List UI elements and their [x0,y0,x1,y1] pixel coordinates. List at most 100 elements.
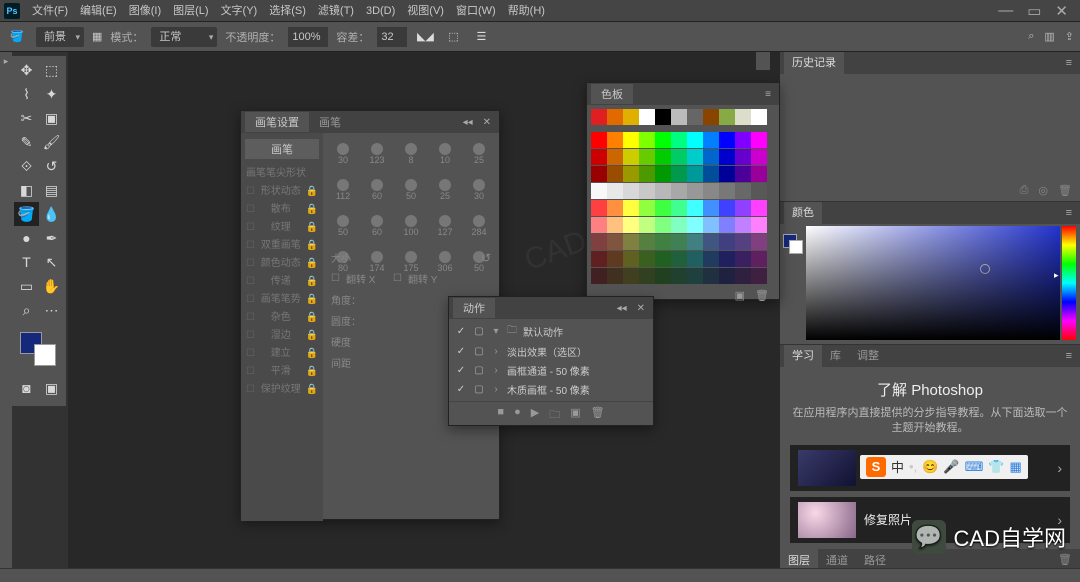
swatch-cell[interactable] [751,166,767,182]
menu-file[interactable]: 文件(F) [26,0,74,22]
swatch-cell[interactable] [751,234,767,250]
swatch-cell[interactable] [655,166,671,182]
brush-preset[interactable]: 30 [327,137,359,171]
menu-window[interactable]: 窗口(W) [450,0,502,22]
brush-preset[interactable]: 60 [361,173,393,207]
brush-preset[interactable]: 123 [361,137,393,171]
swatch-cell[interactable] [639,166,655,182]
brush-preset[interactable]: 25 [429,173,461,207]
action-row[interactable]: ✓▢›画框通道 - 50 像素 [449,361,653,380]
collapse-icon[interactable]: ◂◂ [613,303,631,314]
gradient-tool[interactable]: ▤ [39,178,64,202]
edit-toolbar[interactable]: ⋯ [39,298,64,322]
swatch-cell[interactable] [687,217,703,233]
trash-icon[interactable]: 🗑 [1058,184,1072,197]
swatch-cell[interactable] [735,132,751,148]
swatch-cell[interactable] [623,109,639,125]
opt-dual-brush[interactable]: ☐双重画笔🔒 [241,237,323,255]
swatch-cell[interactable] [671,109,687,125]
frame-tool[interactable]: ▣ [39,106,64,130]
swatch-cell[interactable] [623,132,639,148]
swatches-tab[interactable]: 色板 [591,84,633,104]
brush-preset[interactable]: 284 [463,209,495,243]
swatch-cell[interactable] [639,200,655,216]
color-field[interactable] [806,226,1060,340]
pen-tool[interactable]: ✒ [39,226,64,250]
brushes-button[interactable]: 画笔 [245,139,319,159]
swatch-cell[interactable] [591,183,607,199]
ime-cn[interactable]: 中 [891,457,904,476]
swatch-cell[interactable] [639,251,655,267]
color-fgbg-swatch[interactable] [783,234,803,254]
swatch-cell[interactable] [655,109,671,125]
background-swatch[interactable] [34,344,56,366]
swatch-cell[interactable] [703,109,719,125]
opt-scatter[interactable]: ☐散布🔒 [241,201,323,219]
libraries-tab[interactable]: 库 [822,345,849,367]
swatch-cell[interactable] [687,251,703,267]
swatch-cell[interactable] [703,132,719,148]
swatch-cell[interactable] [623,200,639,216]
snapshot-icon[interactable]: ◎ [1038,184,1048,197]
close-panel-icon[interactable]: ✕ [633,303,649,314]
color-tab[interactable]: 颜色 [784,202,822,224]
history-brush-tool[interactable]: ↺ [39,154,64,178]
eraser-tool[interactable]: ◧ [14,178,39,202]
ime-punct-icon[interactable]: •, [909,459,917,474]
lesson-card-1[interactable]: S 中 •, 😊 🎤 ⌨ 👕 ▦ › [790,445,1070,491]
marquee-tool[interactable]: ⬚ [39,58,64,82]
swatch-cell[interactable] [607,109,623,125]
swatch-cell[interactable] [671,132,687,148]
swatch-cell[interactable] [751,268,767,284]
swatch-cell[interactable] [671,166,687,182]
opt-tip-shape[interactable]: 画笔笔尖形状 [241,165,323,183]
swatch-cell[interactable] [623,268,639,284]
move-tool[interactable]: ✥ [14,58,39,82]
swatch-cell[interactable] [687,109,703,125]
swatch-cell[interactable] [735,166,751,182]
swatch-cell[interactable] [655,217,671,233]
swatch-cell[interactable] [591,251,607,267]
maximize-button[interactable]: ▭ [1027,2,1041,20]
swatch-cell[interactable] [687,149,703,165]
screenmode-tool[interactable]: ▣ [41,376,62,400]
eyedropper-tool[interactable]: ✎ [14,130,39,154]
swatch-cell[interactable] [655,268,671,284]
brush-preset[interactable]: 30 [463,173,495,207]
contiguous-icon[interactable]: ⬚ [443,27,463,47]
brushes-tab[interactable]: 画笔 [309,112,351,132]
swatch-cell[interactable] [719,149,735,165]
swatch-cell[interactable] [735,149,751,165]
swatch-cell[interactable] [719,251,735,267]
menu-type[interactable]: 文字(Y) [215,0,264,22]
swatch-cell[interactable] [719,234,735,250]
swatch-cell[interactable] [607,234,623,250]
swatch-cell[interactable] [607,166,623,182]
ime-mic-icon[interactable]: 🎤 [943,459,959,475]
all-layers-icon[interactable]: ☰ [471,27,491,47]
swatch-cell[interactable] [591,166,607,182]
hue-slider[interactable] [1062,226,1076,340]
new-action-icon[interactable]: ▣ [570,406,580,425]
swatch-cell[interactable] [719,183,735,199]
swatch-cell[interactable] [639,109,655,125]
swatch-cell[interactable] [591,200,607,216]
new-swatch-icon[interactable]: ▣ [735,289,745,302]
swatch-cell[interactable] [687,268,703,284]
swatch-cell[interactable] [719,217,735,233]
ime-keyboard-icon[interactable]: ⌨ [965,459,984,475]
history-tab[interactable]: 历史记录 [784,52,844,74]
workspace-icon[interactable]: ▥ [1044,30,1054,43]
menu-3d[interactable]: 3D(D) [360,0,401,22]
menu-edit[interactable]: 编辑(E) [74,0,123,22]
ime-toolbar[interactable]: S 中 •, 😊 🎤 ⌨ 👕 ▦ [860,455,1028,479]
swatch-cell[interactable] [671,251,687,267]
menu-layer[interactable]: 图层(L) [167,0,214,22]
swatch-cell[interactable] [591,268,607,284]
swatch-cell[interactable] [703,217,719,233]
swatch-cell[interactable] [687,132,703,148]
brush-preset[interactable]: 50 [327,209,359,243]
swatch-cell[interactable] [639,217,655,233]
swatch-cell[interactable] [719,268,735,284]
swatch-cell[interactable] [719,200,735,216]
